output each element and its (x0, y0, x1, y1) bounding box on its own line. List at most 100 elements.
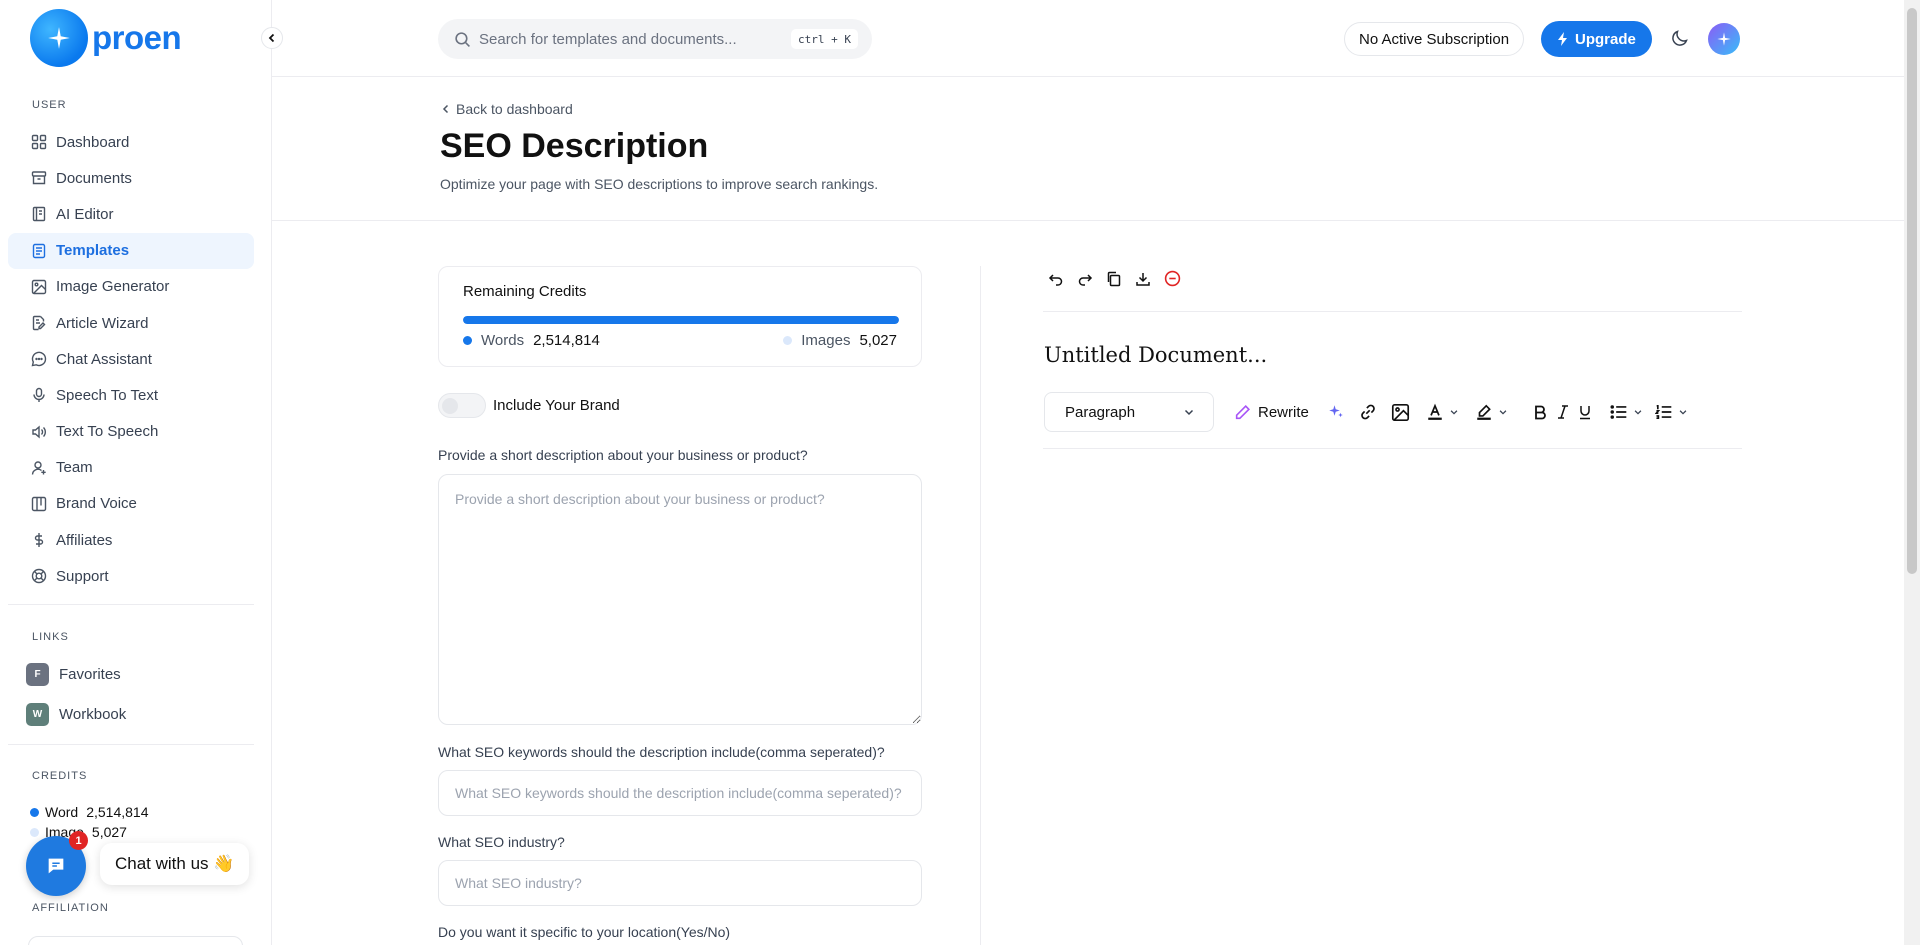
chevron-left-icon (268, 33, 275, 43)
sidebar-item-ai-editor[interactable]: AI Editor (8, 196, 254, 232)
section-label-affiliation: AFFILIATION (32, 902, 109, 914)
upgrade-label: Upgrade (1575, 30, 1636, 48)
sidebar-item-label: Text To Speech (56, 423, 159, 441)
paragraph-select[interactable]: Paragraph (1044, 392, 1214, 432)
bold-icon (1534, 405, 1546, 420)
image-dot-icon (30, 827, 39, 837)
back-label: Back to dashboard (456, 101, 573, 117)
affiliation-card[interactable] (28, 936, 243, 945)
sidebar-item-speech-to-text[interactable]: Speech To Text (8, 377, 254, 413)
undo-button[interactable] (1048, 271, 1064, 290)
sidebar-item-support[interactable]: Support (8, 558, 254, 594)
document-title[interactable]: Untitled Document... (1044, 343, 1267, 367)
clear-button[interactable] (1164, 270, 1181, 290)
chevron-left-icon (442, 104, 449, 114)
words-legend: Words 2,514,814 (463, 332, 600, 349)
sidebar-item-label: Dashboard (56, 133, 130, 151)
page-title: SEO Description (440, 127, 709, 165)
link-favorites[interactable]: F Favorites (26, 663, 121, 686)
images-dot-icon (783, 336, 793, 345)
moon-icon (1672, 30, 1688, 46)
sidebar-item-team[interactable]: Team (8, 450, 254, 486)
sidebar-item-affiliates[interactable]: Affiliates (8, 522, 254, 558)
seo-keywords-input[interactable] (438, 770, 922, 816)
editor-divider (1043, 311, 1742, 312)
bullet-list-button[interactable] (1610, 403, 1643, 421)
sidebar-item-label: Support (56, 567, 109, 585)
scrollbar-thumb[interactable] (1907, 8, 1917, 574)
chevron-down-icon (1634, 410, 1642, 415)
credit-word-label: Word (45, 804, 79, 820)
link-button[interactable] (1359, 403, 1377, 421)
upgrade-button[interactable]: Upgrade (1541, 21, 1652, 57)
sidebar-item-label: Team (56, 459, 93, 477)
sidebar-item-text-to-speech[interactable]: Text To Speech (8, 414, 254, 450)
sidebar-divider (8, 744, 254, 745)
images-value: 5,027 (859, 332, 897, 349)
business-description-textarea[interactable] (438, 474, 922, 725)
copy-button[interactable] (1106, 271, 1122, 290)
grid-icon (31, 134, 47, 150)
download-button[interactable] (1135, 271, 1151, 290)
remaining-credits-title: Remaining Credits (463, 283, 587, 300)
layout-icon (31, 496, 47, 512)
bold-button[interactable] (1532, 404, 1548, 420)
mic-icon (33, 388, 45, 403)
credits-progress-bar (463, 316, 899, 324)
highlight-button[interactable] (1475, 403, 1508, 421)
page-scrollbar[interactable] (1904, 0, 1920, 945)
sidebar-item-label: Article Wizard (56, 314, 149, 332)
search-icon (455, 31, 470, 47)
italic-button[interactable] (1556, 404, 1570, 420)
volume-icon (32, 425, 46, 439)
seo-industry-input[interactable] (438, 860, 922, 906)
chevron-down-icon (1184, 409, 1194, 416)
sidebar-item-chat-assistant[interactable]: Chat Assistant (8, 341, 254, 377)
sidebar-item-brand-voice[interactable]: Brand Voice (8, 486, 254, 522)
page-header: Back to dashboard SEO Description Optimi… (272, 77, 1904, 221)
download-icon (1136, 272, 1150, 286)
ordered-list-button[interactable] (1654, 403, 1688, 421)
rewrite-label: Rewrite (1258, 403, 1309, 421)
credit-word-value: 2,514,814 (86, 804, 149, 820)
redo-button[interactable] (1077, 271, 1093, 290)
rewrite-button[interactable]: Rewrite (1234, 404, 1309, 421)
sidebar-divider (8, 604, 254, 605)
theme-toggle[interactable] (1670, 28, 1690, 51)
search-bar[interactable]: ctrl + K (438, 19, 872, 59)
sidebar-item-documents[interactable]: Documents (8, 160, 254, 196)
sidebar-item-dashboard[interactable]: Dashboard (8, 124, 254, 160)
sidebar-item-image-generator[interactable]: Image Generator (8, 269, 254, 305)
page-description: Optimize your page with SEO descriptions… (440, 176, 879, 192)
chat-greeting[interactable]: Chat with us 👋 (100, 843, 250, 885)
images-label: Images (801, 332, 851, 349)
link-badge: W (26, 703, 49, 726)
bolt-icon (1558, 32, 1567, 46)
back-to-dashboard-link[interactable]: Back to dashboard (440, 101, 573, 117)
link-label: Workbook (59, 706, 127, 723)
section-label-links: LINKS (32, 631, 69, 643)
insert-image-button[interactable] (1391, 403, 1410, 422)
sidebar-item-article-wizard[interactable]: Article Wizard (8, 305, 254, 341)
link-icon (1361, 404, 1375, 420)
italic-icon (1557, 405, 1568, 419)
sidebar-collapse-button[interactable] (261, 27, 283, 49)
seo-keywords-label: What SEO keywords should the description… (438, 744, 885, 760)
redo-icon (1078, 273, 1093, 286)
pencil-icon (1235, 404, 1251, 419)
sidebar-item-templates[interactable]: Templates (8, 232, 254, 269)
logo-sparkle-icon (30, 9, 88, 67)
underline-button[interactable] (1578, 404, 1592, 420)
subscription-status[interactable]: No Active Subscription (1344, 22, 1525, 56)
sparkle-icon (1717, 32, 1731, 46)
ai-sparkle-button[interactable] (1327, 403, 1345, 421)
credit-image-value: 5,027 (91, 824, 127, 840)
user-avatar[interactable] (1708, 23, 1740, 55)
logo-text: proen (92, 19, 182, 56)
link-workbook[interactable]: W Workbook (26, 703, 126, 726)
text-color-button[interactable] (1426, 403, 1459, 421)
search-input[interactable] (479, 30, 779, 48)
include-brand-toggle[interactable] (438, 393, 486, 418)
logo[interactable]: proen (30, 9, 182, 67)
images-legend: Images 5,027 (783, 332, 897, 349)
